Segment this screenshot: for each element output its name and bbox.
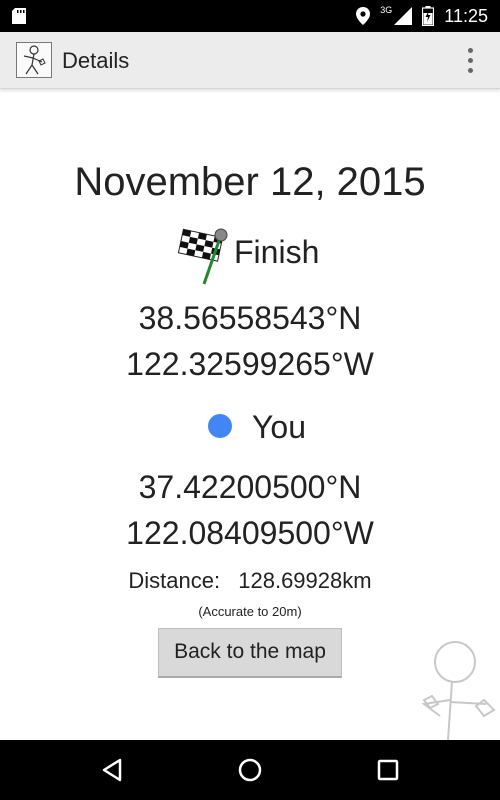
sd-card-icon: [12, 8, 26, 24]
finish-longitude: 122.32599265°W: [126, 346, 374, 382]
you-location-dot-icon: [208, 414, 232, 438]
app-stick-figure-icon[interactable]: [16, 42, 52, 78]
finish-label: Finish: [234, 234, 320, 270]
network-type-label: 3G: [380, 5, 393, 15]
stick-figure-illustration: [421, 641, 496, 740]
you-label: You: [252, 409, 306, 445]
status-bar: 3G 11:25: [0, 0, 500, 32]
back-to-map-button[interactable]: Back to the map: [158, 628, 342, 678]
finish-latitude: 38.56558543°N: [138, 300, 362, 336]
clock: 11:25: [444, 5, 488, 26]
you-header: You: [0, 406, 500, 450]
accuracy-note: (Accurate to 20m): [198, 604, 302, 619]
checkered-flag-icon: [177, 228, 228, 285]
distance-row: Distance: 128.69928km: [0, 568, 500, 594]
date-heading: November 12, 2015: [74, 160, 426, 204]
signal-icon: [394, 7, 413, 25]
details-content: November 12, 2015 Finish 38.56558543°N 1…: [0, 88, 500, 740]
overflow-menu-icon[interactable]: [466, 46, 474, 74]
battery-icon: [422, 6, 435, 26]
page-title: Details: [62, 48, 130, 73]
action-bar: Details: [0, 32, 500, 89]
finish-header: Finish: [0, 226, 500, 285]
recents-icon[interactable]: [374, 756, 402, 784]
location-icon: [356, 7, 371, 25]
you-longitude: 122.08409500°W: [126, 515, 374, 551]
back-icon[interactable]: [98, 756, 126, 784]
system-nav-bar: [0, 740, 500, 800]
home-icon[interactable]: [236, 756, 264, 784]
distance-label: Distance:: [128, 568, 221, 593]
distance-value: 128.69928km: [238, 568, 372, 593]
you-latitude: 37.42200500°N: [138, 469, 362, 505]
